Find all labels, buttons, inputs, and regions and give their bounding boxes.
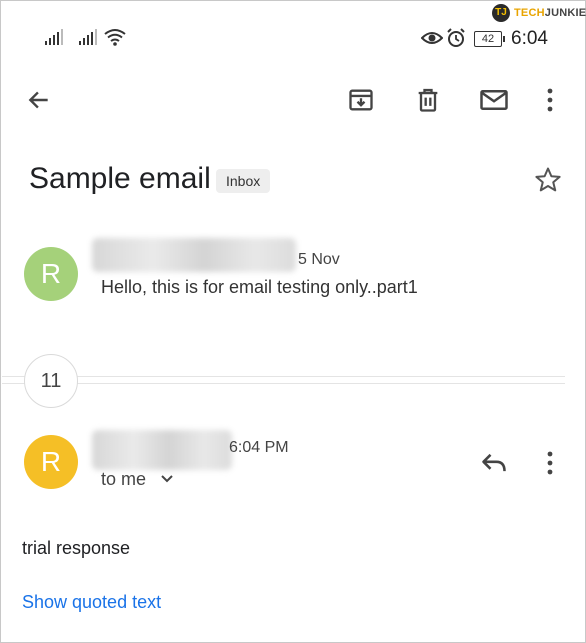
collapsed-messages-count[interactable]: 11	[24, 354, 78, 408]
alarm-icon	[447, 28, 465, 47]
sender-name-redacted-1	[92, 238, 296, 272]
star-icon[interactable]	[533, 165, 563, 195]
more-vert-icon[interactable]	[541, 86, 559, 114]
sender-name-redacted-2	[92, 430, 232, 470]
message-date-2: 6:04 PM	[229, 439, 289, 456]
message-body: trial response	[22, 538, 131, 558]
inbox-label-chip[interactable]: Inbox	[216, 169, 271, 193]
email-subject: Sample email	[29, 162, 211, 195]
back-arrow-icon[interactable]	[26, 87, 52, 113]
reply-icon[interactable]	[480, 451, 508, 475]
message-more-icon[interactable]	[541, 449, 559, 477]
signal-icon-2	[79, 29, 97, 45]
wifi-icon	[104, 29, 126, 46]
message-date-1: 5 Nov	[298, 251, 340, 268]
recipient-details[interactable]: to me	[101, 469, 146, 490]
message-snippet-1[interactable]: Hello, this is for email testing only..p…	[101, 277, 418, 298]
delete-icon[interactable]	[414, 86, 442, 114]
archive-icon[interactable]	[347, 86, 375, 114]
status-time: 6:04	[511, 28, 548, 49]
signal-icon	[45, 29, 63, 45]
thread-divider-bottom	[2, 383, 565, 384]
thread-divider-top	[2, 376, 565, 377]
eye-icon	[421, 32, 443, 44]
watermark-logo-icon: TJ	[492, 4, 510, 22]
battery-icon: 42	[474, 31, 505, 47]
show-quoted-text-link[interactable]: Show quoted text	[22, 592, 161, 613]
watermark-text: TECHJUNKIE	[514, 7, 586, 19]
sender-avatar-1[interactable]: R	[24, 247, 78, 301]
chevron-down-icon[interactable]	[160, 474, 174, 484]
sender-avatar-2[interactable]: R	[24, 435, 78, 489]
mark-unread-icon[interactable]	[479, 87, 509, 113]
